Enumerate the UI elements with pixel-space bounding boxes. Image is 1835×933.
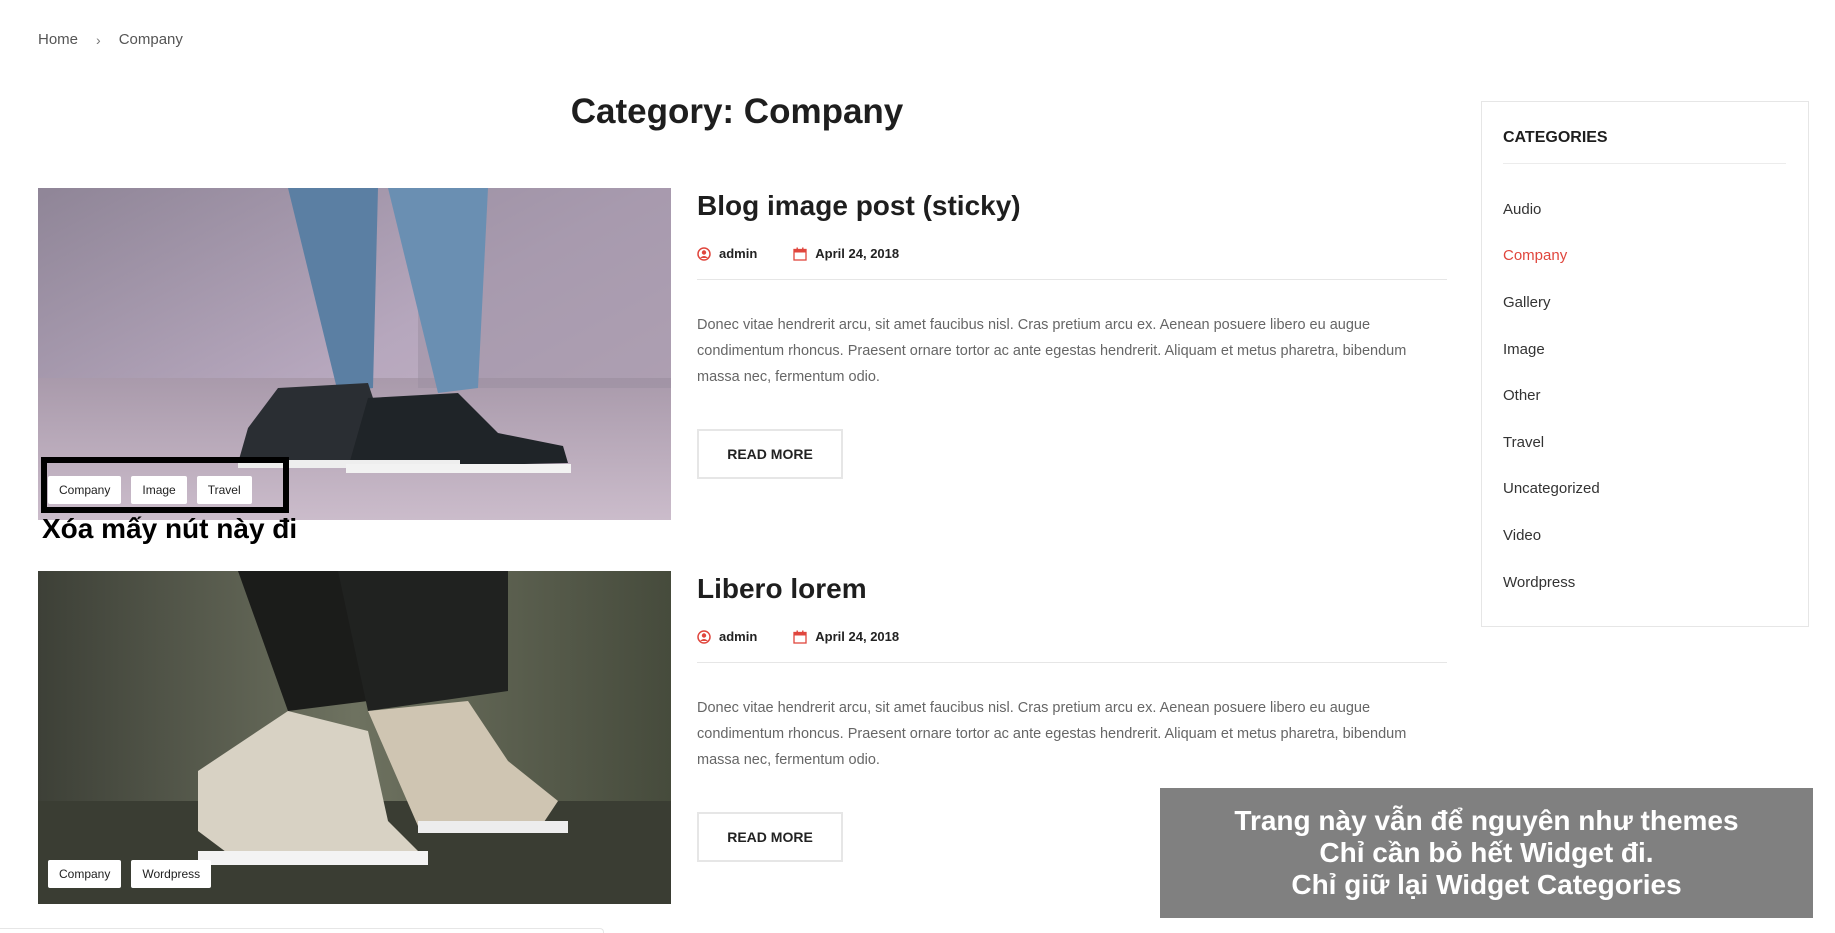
category-gallery[interactable]: Gallery (1503, 279, 1787, 326)
next-section-edge (0, 928, 604, 933)
post-1: Blog image post (sticky) admin April 24,… (697, 190, 1447, 479)
category-image[interactable]: Image (1503, 326, 1787, 373)
post-thumbnail-2[interactable]: Company Wordpress (38, 571, 671, 904)
category-company[interactable]: Company (1503, 233, 1787, 280)
read-more-button[interactable]: READ MORE (697, 812, 843, 862)
category-list: Audio Company Gallery Image Other Travel… (1503, 186, 1787, 605)
note-line-2: Chỉ cần bỏ hết Widget đi. (1319, 837, 1654, 868)
user-circle-icon (697, 629, 711, 644)
note-line-3: Chỉ giữ lại Widget Categories (1291, 869, 1682, 900)
category-travel[interactable]: Travel (1503, 419, 1787, 466)
note-line-1: Trang này vẫn để nguyên như themes (1234, 805, 1739, 836)
breadcrumb: Home › Company (38, 31, 183, 48)
widget-title: CATEGORIES (1503, 129, 1786, 164)
category-other[interactable]: Other (1503, 372, 1787, 419)
post-author[interactable]: admin (697, 629, 757, 644)
read-more-button[interactable]: READ MORE (697, 429, 843, 479)
category-uncategorized[interactable]: Uncategorized (1503, 466, 1787, 513)
annotation-text: Xóa mấy nút này đi (42, 513, 298, 544)
category-audio[interactable]: Audio (1503, 186, 1787, 233)
calendar-icon (793, 247, 807, 261)
post-title[interactable]: Blog image post (sticky) (697, 190, 1447, 222)
annotation-highlight-box (41, 457, 289, 513)
sneaker-photo-2 (38, 571, 671, 904)
post-meta: admin April 24, 2018 (697, 246, 1447, 280)
post-date[interactable]: April 24, 2018 (793, 246, 899, 261)
breadcrumb-current: Company (118, 31, 183, 48)
categories-widget: CATEGORIES Audio Company Gallery Image O… (1481, 101, 1809, 627)
post-meta: admin April 24, 2018 (697, 629, 1447, 663)
post-excerpt: Donec vitae hendrerit arcu, sit amet fau… (697, 317, 1407, 385)
user-circle-icon (697, 246, 711, 261)
page-title: Category: Company (570, 92, 904, 131)
category-wordpress[interactable]: Wordpress (1503, 559, 1787, 606)
post-tags-2: Company Wordpress (48, 860, 212, 888)
calendar-icon (793, 630, 807, 644)
post-title[interactable]: Libero lorem (697, 573, 1447, 605)
category-video[interactable]: Video (1503, 512, 1787, 559)
breadcrumb-home[interactable]: Home (38, 31, 78, 48)
post-date[interactable]: April 24, 2018 (793, 629, 899, 644)
tag-wordpress[interactable]: Wordpress (131, 860, 212, 888)
post-excerpt: Donec vitae hendrerit arcu, sit amet fau… (697, 700, 1407, 768)
annotation-note: Trang này vẫn để nguyên như themes Chỉ c… (1160, 788, 1813, 918)
breadcrumb-separator-icon: › (96, 31, 101, 48)
tag-company[interactable]: Company (48, 860, 122, 888)
post-author[interactable]: admin (697, 246, 757, 261)
